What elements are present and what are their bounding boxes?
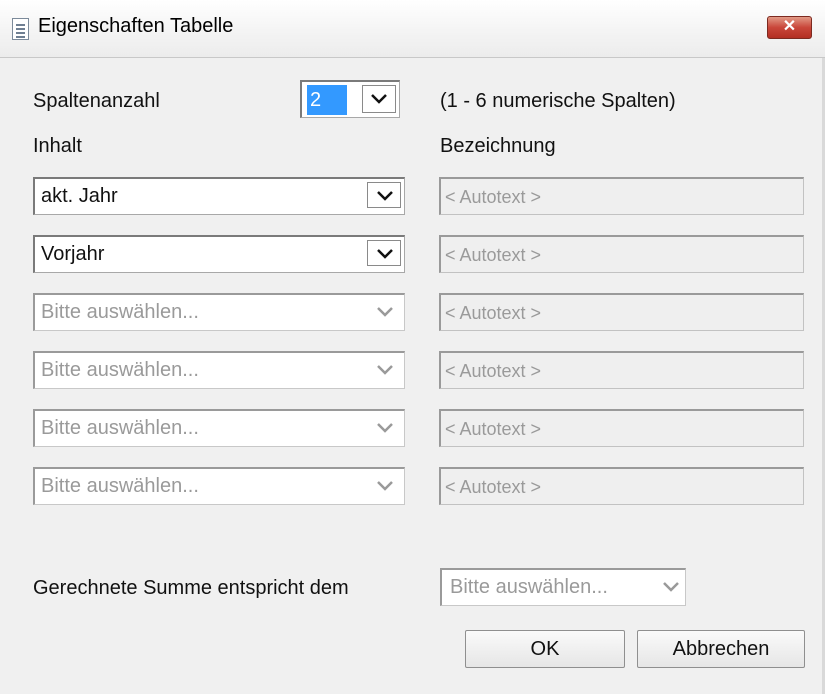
close-icon: ✕ bbox=[782, 18, 797, 35]
inhalt-select-3[interactable]: Bitte auswählen... bbox=[33, 293, 405, 331]
chevron-down-icon[interactable] bbox=[367, 240, 401, 266]
bezeichnung-field-1[interactable]: < Autotext > bbox=[439, 177, 804, 215]
inhalt-select-2[interactable]: Vorjahr bbox=[33, 235, 405, 273]
bezeichnung-field-4[interactable]: < Autotext > bbox=[439, 351, 804, 389]
cancel-button[interactable]: Abbrechen bbox=[637, 630, 805, 668]
inhalt-select-4[interactable]: Bitte auswählen... bbox=[33, 351, 405, 389]
bezeichnung-placeholder: < Autotext > bbox=[445, 477, 542, 497]
chevron-down-icon bbox=[367, 298, 401, 324]
inhalt-select-5[interactable]: Bitte auswählen... bbox=[33, 409, 405, 447]
inhalt-select-value: Bitte auswählen... bbox=[41, 301, 199, 323]
chevron-down-icon bbox=[367, 356, 401, 382]
inhalt-select-value: Bitte auswählen... bbox=[41, 475, 199, 497]
summe-select[interactable]: Bitte auswählen... bbox=[440, 568, 686, 606]
chevron-down-icon[interactable] bbox=[367, 182, 401, 208]
close-button[interactable]: ✕ bbox=[767, 16, 812, 39]
inhalt-select-value: akt. Jahr bbox=[41, 185, 118, 207]
spaltenanzahl-hint: (1 - 6 numerische Spalten) bbox=[440, 90, 676, 112]
bezeichnung-placeholder: < Autotext > bbox=[445, 419, 542, 439]
chevron-down-icon bbox=[367, 472, 401, 498]
summe-select-value: Bitte auswählen... bbox=[450, 576, 608, 598]
chevron-down-icon bbox=[653, 573, 683, 599]
inhalt-select-1[interactable]: akt. Jahr bbox=[33, 177, 405, 215]
bezeichnung-header: Bezeichnung bbox=[440, 135, 556, 157]
spaltenanzahl-label: Spaltenanzahl bbox=[33, 90, 160, 112]
bezeichnung-field-2[interactable]: < Autotext > bbox=[439, 235, 804, 273]
bezeichnung-placeholder: < Autotext > bbox=[445, 361, 542, 381]
inhalt-select-value: Bitte auswählen... bbox=[41, 359, 199, 381]
spaltenanzahl-select[interactable]: 2 bbox=[300, 80, 400, 118]
window-title: Eigenschaften Tabelle bbox=[38, 15, 234, 37]
bezeichnung-placeholder: < Autotext > bbox=[445, 187, 542, 207]
bezeichnung-field-5[interactable]: < Autotext > bbox=[439, 409, 804, 447]
title-bar: Eigenschaften Tabelle ✕ bbox=[0, 0, 825, 58]
spaltenanzahl-value: 2 bbox=[307, 85, 347, 115]
summe-label: Gerechnete Summe entspricht dem bbox=[33, 577, 349, 599]
inhalt-select-value: Vorjahr bbox=[41, 243, 105, 265]
document-icon bbox=[12, 18, 29, 40]
ok-button[interactable]: OK bbox=[465, 630, 625, 668]
inhalt-select-value: Bitte auswählen... bbox=[41, 417, 199, 439]
bezeichnung-field-6[interactable]: < Autotext > bbox=[439, 467, 804, 505]
chevron-down-icon bbox=[367, 414, 401, 440]
inhalt-select-6[interactable]: Bitte auswählen... bbox=[33, 467, 405, 505]
bezeichnung-field-3[interactable]: < Autotext > bbox=[439, 293, 804, 331]
bezeichnung-placeholder: < Autotext > bbox=[445, 245, 542, 265]
chevron-down-icon[interactable] bbox=[362, 85, 396, 113]
inhalt-header: Inhalt bbox=[33, 135, 82, 157]
bezeichnung-placeholder: < Autotext > bbox=[445, 303, 542, 323]
